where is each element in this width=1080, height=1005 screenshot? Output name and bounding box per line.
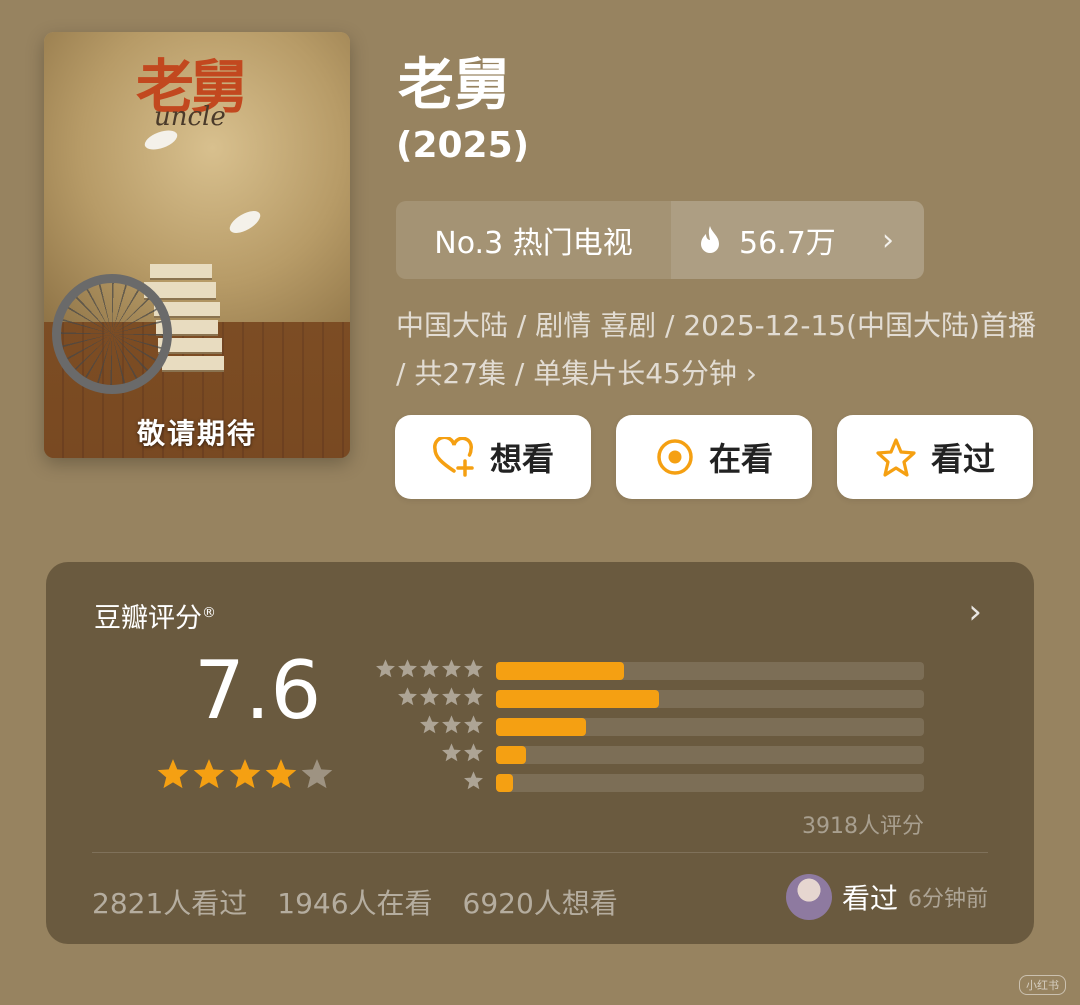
divider xyxy=(92,852,988,853)
bar-stars xyxy=(375,658,484,679)
watching-label: 在看 xyxy=(708,440,773,478)
star-icon xyxy=(420,715,439,734)
star-icon xyxy=(376,659,395,678)
release-year: (2025) xyxy=(396,125,530,166)
bar-stars xyxy=(397,686,484,707)
watch-stats: 2821人看过 1946人在看 6920人想看 xyxy=(92,882,618,922)
bar-track xyxy=(496,746,924,764)
star-icon xyxy=(464,743,483,762)
star-icon xyxy=(464,771,483,790)
want-to-watch-label: 想看 xyxy=(489,440,554,478)
bar-track xyxy=(496,774,924,792)
star-outline-icon xyxy=(876,438,916,477)
star-icon xyxy=(442,743,461,762)
heat-section[interactable]: 56.7万 › xyxy=(671,201,924,279)
want-count[interactable]: 6920人想看 xyxy=(463,882,618,922)
star-filled-icon xyxy=(193,759,225,789)
watching-button[interactable]: 在看 xyxy=(616,415,812,499)
bar-fill xyxy=(496,690,659,708)
star-filled-icon xyxy=(157,759,189,789)
rating-bar-row xyxy=(376,771,924,792)
chevron-right-icon: › xyxy=(882,222,894,258)
poster-subtitle-art: uncle xyxy=(154,102,226,132)
star-icon xyxy=(464,659,483,678)
rating-count: 3918人评分 xyxy=(802,814,924,839)
bar-track xyxy=(496,690,924,708)
bar-fill xyxy=(496,718,586,736)
rating-bar-row xyxy=(376,659,924,680)
watching-count[interactable]: 1946人在看 xyxy=(277,882,432,922)
meta-text: 中国大陆 / 剧情 喜剧 / 2025-12-15(中国大陆)首播 / 共27集… xyxy=(396,309,1036,390)
star-icon xyxy=(464,715,483,734)
book-stack xyxy=(150,264,212,280)
rank-label[interactable]: No.3 热门电视 xyxy=(396,201,671,279)
chevron-right-icon[interactable]: › xyxy=(968,592,982,632)
star-filled-icon xyxy=(229,759,261,789)
target-icon xyxy=(657,439,693,475)
want-to-watch-button[interactable]: 想看 xyxy=(395,415,591,499)
star-icon xyxy=(398,659,417,678)
score-stars xyxy=(156,757,334,791)
avatar[interactable] xyxy=(785,874,832,920)
watched-button[interactable]: 看过 xyxy=(837,415,1033,499)
rating-title: 豆瓣评分® xyxy=(94,596,216,635)
watermark: 小红书 xyxy=(1019,975,1066,995)
friend-status: 看过 xyxy=(841,882,898,915)
star-icon xyxy=(442,715,461,734)
rating-card[interactable]: 豆瓣评分® › 7.6 3918人评分 2821人看过 1946人在看 6920… xyxy=(46,562,1034,944)
bar-stars xyxy=(441,742,484,763)
rating-bar-row xyxy=(376,743,924,764)
friend-activity[interactable]: 看过 6分钟前 xyxy=(785,874,988,920)
watched-count[interactable]: 2821人看过 xyxy=(92,882,247,922)
star-icon xyxy=(420,687,439,706)
star-empty-icon xyxy=(301,759,333,789)
rating-bar-row xyxy=(376,687,924,708)
rating-title-text: 豆瓣评分 xyxy=(94,603,202,634)
rating-score: 7.6 xyxy=(194,644,322,737)
chevron-right-icon: › xyxy=(745,357,757,390)
bar-track xyxy=(496,662,924,680)
bar-stars xyxy=(419,714,484,735)
bar-track xyxy=(496,718,924,736)
star-icon xyxy=(420,659,439,678)
heart-plus-icon xyxy=(433,437,474,477)
ranking-pill[interactable]: No.3 热门电视 56.7万 › xyxy=(396,201,924,279)
heat-value: 56.7万 xyxy=(739,226,836,261)
friend-time: 6分钟前 xyxy=(908,887,988,912)
flame-icon xyxy=(701,226,719,253)
watched-label: 看过 xyxy=(930,440,995,478)
star-filled-icon xyxy=(265,759,297,789)
bar-fill xyxy=(496,746,526,764)
bicycle-wheel xyxy=(52,274,172,394)
bar-fill xyxy=(496,662,625,680)
show-meta[interactable]: 中国大陆 / 剧情 喜剧 / 2025-12-15(中国大陆)首播 / 共27集… xyxy=(396,302,1046,398)
page-title: 老舅 xyxy=(398,53,510,118)
poster-caption: 敬请期待 xyxy=(136,417,257,450)
star-icon xyxy=(398,687,417,706)
rating-bar-row xyxy=(376,715,924,736)
star-icon xyxy=(464,687,483,706)
registered-mark: ® xyxy=(202,605,216,621)
star-icon xyxy=(442,687,461,706)
poster-image[interactable]: 老舅 uncle 敬请期待 xyxy=(44,32,350,458)
bar-stars xyxy=(463,770,484,791)
book-stack xyxy=(162,356,224,372)
bar-fill xyxy=(496,774,514,792)
star-icon xyxy=(442,659,461,678)
